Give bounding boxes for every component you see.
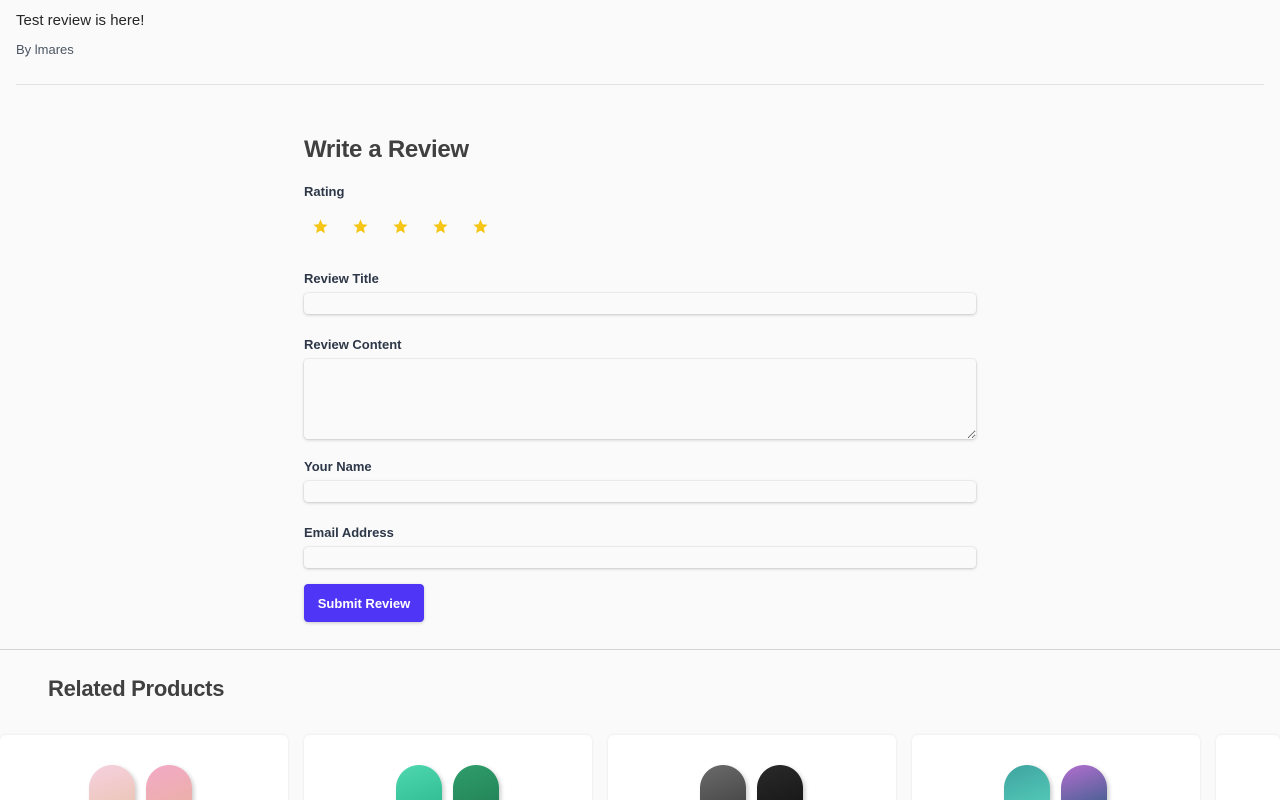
- your-name-label: Your Name: [304, 459, 372, 474]
- product-card[interactable]: [912, 735, 1200, 800]
- review-title-label: Review Title: [304, 271, 379, 286]
- product-card[interactable]: [1216, 735, 1280, 800]
- form-heading: Write a Review: [304, 136, 469, 163]
- product-card[interactable]: [608, 735, 896, 800]
- product-image-back: [453, 765, 499, 800]
- review-author: By lmares: [16, 42, 74, 57]
- star-2-icon[interactable]: [344, 214, 376, 238]
- product-image-back: [1061, 765, 1107, 800]
- star-5-icon[interactable]: [464, 214, 496, 238]
- star-1-icon[interactable]: [304, 214, 336, 238]
- product-card[interactable]: [0, 735, 288, 800]
- existing-review: Test review is here! By lmares: [16, 12, 1264, 85]
- review-content-label: Review Content: [304, 337, 402, 352]
- email-address-input[interactable]: [304, 547, 976, 568]
- star-4-icon[interactable]: [424, 214, 456, 238]
- email-address-label: Email Address: [304, 525, 394, 540]
- product-image-front: [396, 765, 442, 800]
- product-image-back: [757, 765, 803, 800]
- product-image-front: [1004, 765, 1050, 800]
- write-review-form: Write a Review Rating Review Title Revie…: [304, 136, 976, 622]
- submit-review-button[interactable]: Submit Review: [304, 584, 424, 622]
- rating-label: Rating: [304, 184, 345, 199]
- review-content-textarea[interactable]: [304, 359, 976, 439]
- product-card[interactable]: [304, 735, 592, 800]
- star-rating: [304, 214, 976, 238]
- related-products-section: Related Products: [0, 649, 1280, 800]
- star-3-icon[interactable]: [384, 214, 416, 238]
- review-title-input[interactable]: [304, 293, 976, 314]
- product-image-front: [89, 765, 135, 800]
- product-image-front: [700, 765, 746, 800]
- review-body: Test review is here!: [16, 12, 145, 29]
- product-image-back: [146, 765, 192, 800]
- your-name-input[interactable]: [304, 481, 976, 502]
- related-products-heading: Related Products: [48, 676, 225, 701]
